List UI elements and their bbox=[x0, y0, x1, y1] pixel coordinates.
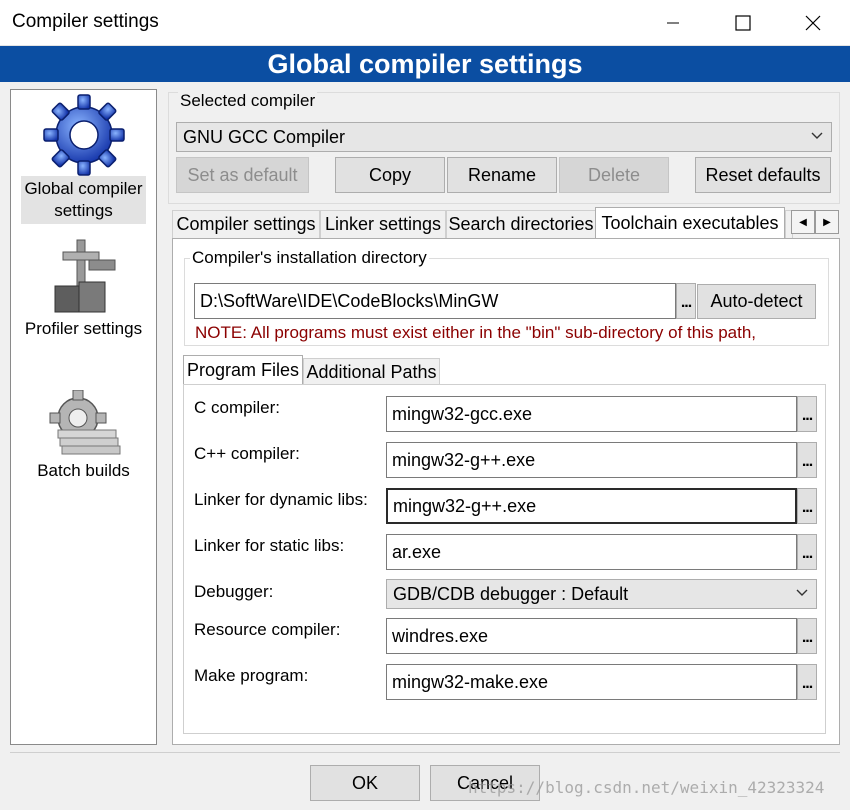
minimize-icon[interactable] bbox=[638, 0, 708, 46]
resource-compiler-label: Resource compiler: bbox=[194, 620, 341, 639]
make-program-label: Make program: bbox=[194, 666, 309, 685]
tab-scroll-right-icon[interactable]: ▶ bbox=[815, 210, 839, 234]
copy-button[interactable]: Copy bbox=[335, 157, 445, 193]
debugger-select[interactable]: GDB/CDB debugger : Default bbox=[386, 579, 817, 609]
sidebar-item-label: Global compiler settings bbox=[24, 179, 143, 220]
selected-compiler-label: Selected compiler bbox=[178, 91, 318, 111]
resource-compiler-input[interactable]: windres.exe bbox=[386, 618, 797, 654]
static-linker-browse-button[interactable]: ... bbox=[797, 534, 817, 570]
gear-icon bbox=[11, 94, 156, 176]
c-compiler-input[interactable]: mingw32-gcc.exe bbox=[386, 396, 797, 432]
close-icon[interactable] bbox=[778, 0, 848, 46]
subtab-program-files[interactable]: Program Files bbox=[183, 355, 303, 385]
batch-gears-icon bbox=[11, 390, 156, 460]
compiler-select[interactable]: GNU GCC Compiler bbox=[176, 122, 832, 152]
maximize-icon[interactable] bbox=[708, 0, 778, 46]
tab-compiler-settings[interactable]: Compiler settings bbox=[172, 210, 320, 238]
watermark: https://blog.csdn.net/weixin_42323324 bbox=[468, 778, 825, 797]
sidebar-item-profiler[interactable]: Profiler settings bbox=[11, 238, 156, 340]
dynamic-linker-browse-button[interactable]: ... bbox=[797, 488, 817, 524]
static-linker-input[interactable]: ar.exe bbox=[386, 534, 797, 570]
debugger-select-value: GDB/CDB debugger : Default bbox=[393, 583, 629, 604]
caliper-icon bbox=[11, 238, 156, 318]
delete-button[interactable]: Delete bbox=[559, 157, 669, 193]
divider bbox=[10, 752, 840, 753]
title-bar: Compiler settings bbox=[0, 0, 850, 46]
install-dir-input[interactable]: D:\SoftWare\IDE\CodeBlocks\MinGW bbox=[194, 283, 676, 319]
resource-compiler-browse-button[interactable]: ... bbox=[797, 618, 817, 654]
chevron-down-icon bbox=[794, 584, 810, 605]
set-default-button[interactable]: Set as default bbox=[176, 157, 309, 193]
compiler-select-value: GNU GCC Compiler bbox=[183, 126, 346, 147]
sidebar-item-label: Batch builds bbox=[37, 461, 130, 480]
dynamic-linker-label: Linker for dynamic libs: bbox=[194, 490, 368, 509]
static-linker-label: Linker for static libs: bbox=[194, 536, 345, 555]
sidebar-item-label: Profiler settings bbox=[24, 319, 143, 338]
make-program-input[interactable]: mingw32-make.exe bbox=[386, 664, 797, 700]
cpp-compiler-label: C++ compiler: bbox=[194, 444, 300, 463]
settings-sidebar: Global compiler settings Profiler settin… bbox=[10, 89, 157, 745]
make-program-browse-button[interactable]: ... bbox=[797, 664, 817, 700]
debugger-label: Debugger: bbox=[194, 582, 274, 601]
tab-search-directories[interactable]: Search directories bbox=[446, 210, 596, 238]
reset-defaults-button[interactable]: Reset defaults bbox=[695, 157, 831, 193]
dynamic-linker-input[interactable]: mingw32-g++.exe bbox=[386, 488, 797, 524]
cpp-compiler-browse-button[interactable]: ... bbox=[797, 442, 817, 478]
subtab-additional-paths[interactable]: Additional Paths bbox=[303, 358, 440, 385]
rename-button[interactable]: Rename bbox=[447, 157, 557, 193]
c-compiler-label: C compiler: bbox=[194, 398, 280, 417]
install-dir-note: NOTE: All programs must exist either in … bbox=[195, 323, 757, 342]
sidebar-item-global-compiler[interactable]: Global compiler settings bbox=[11, 94, 156, 224]
install-dir-label: Compiler's installation directory bbox=[190, 248, 429, 268]
auto-detect-button[interactable]: Auto-detect bbox=[697, 284, 816, 319]
chevron-down-icon bbox=[809, 127, 825, 148]
tab-linker-settings[interactable]: Linker settings bbox=[320, 210, 446, 238]
sidebar-item-batch-builds[interactable]: Batch builds bbox=[11, 390, 156, 482]
cpp-compiler-input[interactable]: mingw32-g++.exe bbox=[386, 442, 797, 478]
install-dir-browse-button[interactable]: ... bbox=[676, 283, 696, 319]
ok-button[interactable]: OK bbox=[310, 765, 420, 801]
c-compiler-browse-button[interactable]: ... bbox=[797, 396, 817, 432]
window-title: Compiler settings bbox=[12, 11, 159, 32]
tab-scroll-left-icon[interactable]: ◀ bbox=[791, 210, 815, 234]
page-title-banner: Global compiler settings bbox=[0, 46, 850, 82]
tab-toolchain-executables[interactable]: Toolchain executables bbox=[595, 207, 785, 239]
